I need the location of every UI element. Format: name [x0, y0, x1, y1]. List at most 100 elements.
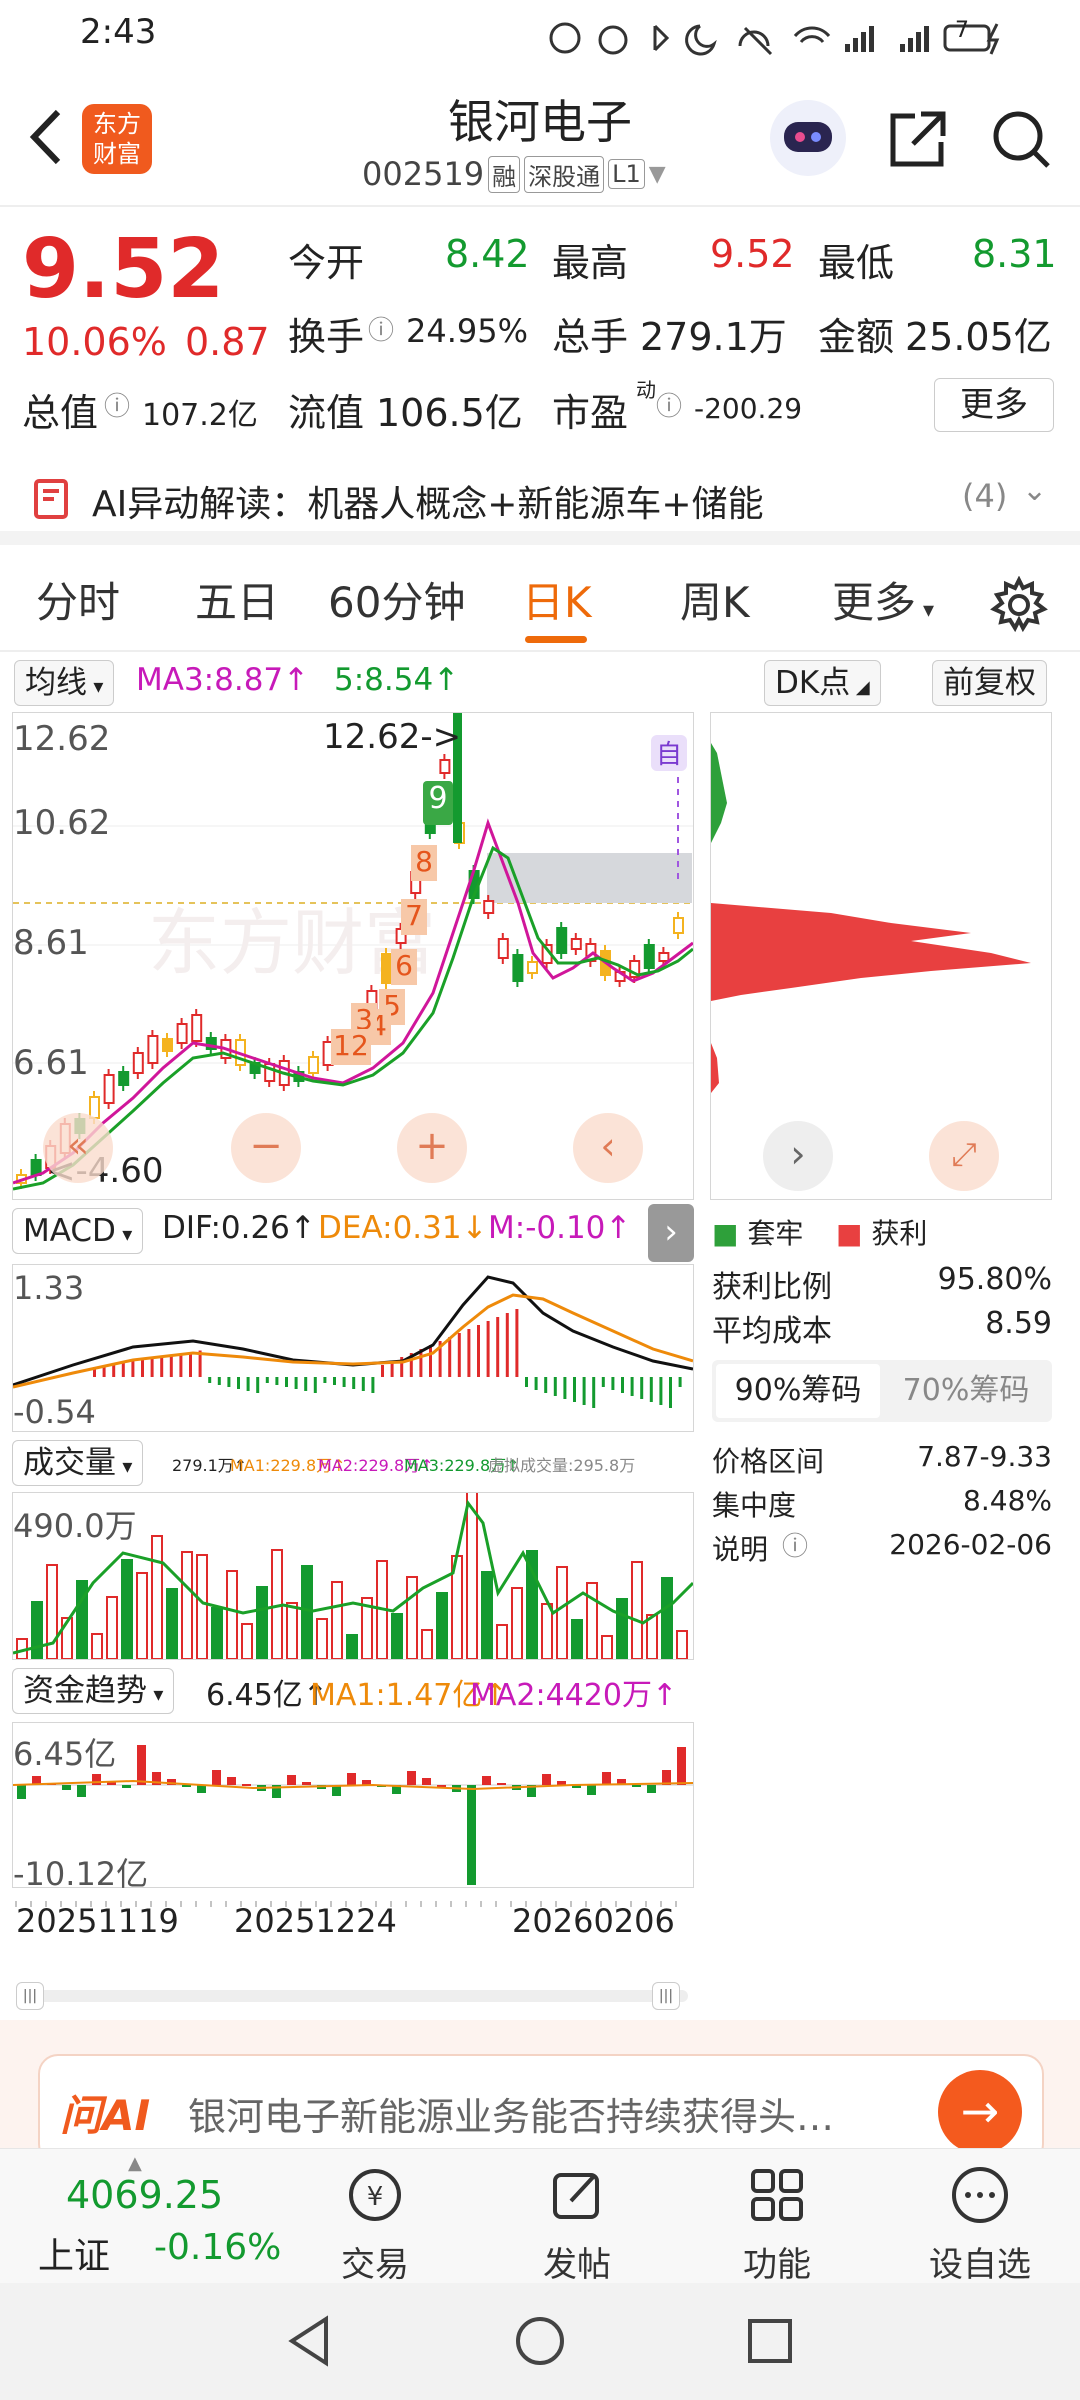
next-indicator-button[interactable]: › [648, 1204, 694, 1262]
volume-bar [286, 1602, 298, 1660]
candle-body [103, 1074, 115, 1104]
macd-bar [275, 1377, 279, 1385]
volume-bar [406, 1576, 418, 1660]
expand-icon[interactable]: ⤢ [929, 1121, 999, 1191]
y-label-4: 6.61 [13, 1043, 89, 1083]
info-icon[interactable]: ⓘ [656, 386, 682, 423]
scroll-left-button[interactable]: ‹ [573, 1113, 643, 1183]
more-button[interactable]: 更多 [934, 378, 1054, 432]
volume-bar [541, 1603, 553, 1660]
period-tabs: 分时 五日 60分钟 日K 周K 更多 ▾ [0, 560, 1080, 652]
ai-ask-section: 问AI 银河电子新能源业务能否持续获得头… → [0, 2020, 1080, 2164]
battery-level: 7 [955, 18, 969, 43]
system-home-button[interactable] [512, 2313, 568, 2369]
candle-body [643, 944, 655, 969]
turnover-label: 换手 [288, 315, 365, 359]
dk-point-button[interactable]: DK点 ◢ [764, 660, 881, 706]
macd-bar [160, 1356, 164, 1377]
candle-body [556, 927, 568, 954]
nav-post[interactable]: 发帖 [502, 2163, 652, 2286]
tab-intraday[interactable]: 分时 [36, 560, 120, 652]
chevron-down-icon[interactable]: ⌄ [1022, 473, 1047, 508]
tab-weekly-k[interactable]: 周K [680, 560, 750, 652]
avg-cost-label: 平均成本 [712, 1314, 832, 1349]
adjust-select[interactable]: 前复权 [932, 660, 1047, 706]
volume-bar [586, 1582, 598, 1660]
back-button[interactable] [20, 102, 70, 172]
nav-add-watchlist[interactable]: 设自选 [905, 2163, 1055, 2286]
status-time: 2:43 [80, 12, 157, 52]
macd-bar [429, 1345, 432, 1377]
scroll-left-fast-button[interactable]: « [43, 1113, 113, 1183]
indicator-select[interactable]: 均线 ▾ [14, 660, 115, 706]
macd-bar [246, 1377, 250, 1391]
info-icon[interactable]: ⓘ [368, 310, 394, 347]
stock-code-row: 002519 融 深股通 L1 ▼ [362, 154, 666, 194]
ai-report-icon [30, 477, 74, 521]
macd-bar [112, 1364, 116, 1377]
fund-bar [17, 1785, 26, 1799]
tab-60min[interactable]: 60分钟 [328, 560, 465, 652]
tab-90-chips[interactable]: 90%筹码 [716, 1364, 880, 1418]
volume-select[interactable]: 成交量 ▾ [12, 1440, 144, 1486]
ai-anomaly-text: AI异动解读：机器人概念+新能源车+储能 [92, 484, 764, 525]
nav-trade[interactable]: ¥ 交易 [300, 2163, 450, 2286]
mktcap-label: 总值 [22, 391, 99, 435]
zoom-in-button[interactable]: + [397, 1113, 467, 1183]
range-handle-right[interactable]: ||| [652, 1982, 680, 2010]
chevron-down-icon[interactable]: ▼ [649, 162, 666, 187]
ai-anomaly-count: (4) [962, 477, 1008, 515]
max-price-marker: 12.62-> [323, 717, 462, 757]
fund-select[interactable]: 资金趋势 ▾ [12, 1668, 175, 1714]
volume-bar [136, 1572, 148, 1660]
macd-select[interactable]: MACD ▾ [12, 1208, 144, 1254]
nav-functions[interactable]: 功能 [702, 2163, 852, 2286]
search-icon[interactable] [988, 106, 1054, 172]
candle-body [162, 1038, 173, 1052]
scroll-right-button[interactable]: › [763, 1121, 833, 1191]
stock-code: 002519 [362, 155, 485, 193]
tab-70-chips[interactable]: 70%筹码 [884, 1364, 1048, 1418]
tab-5day[interactable]: 五日 [195, 560, 279, 652]
tag-margin: 融 [488, 155, 521, 193]
macd-bar [678, 1377, 682, 1387]
dif-readout: DIF:0.26↑ [162, 1210, 316, 1246]
macd-bar [534, 1377, 538, 1390]
range-handle-left[interactable]: ||| [16, 1982, 44, 2010]
legend-profit: ■ 获利 [836, 1217, 928, 1250]
candle-body [570, 938, 582, 950]
m-readout: M:-0.10↑ [488, 1210, 632, 1246]
kline-chart[interactable]: 东方财富 自 12.62 10.62 8.61 6.61 12.62-> <-4… [12, 712, 694, 1200]
share-icon[interactable] [885, 106, 951, 172]
fund-bar [347, 1773, 356, 1785]
info-icon[interactable]: ⓘ [782, 1526, 808, 1563]
ai-robot-icon[interactable] [770, 100, 846, 176]
fund-bar [92, 1774, 101, 1785]
candle-body [191, 1014, 203, 1042]
range-scrollbar[interactable]: ||| ||| [16, 1982, 688, 2010]
tab-more[interactable]: 更多 ▾ [832, 560, 934, 652]
gear-icon[interactable] [990, 575, 1048, 634]
arrow-right-icon[interactable]: → [938, 2070, 1022, 2154]
volume-bar [331, 1581, 343, 1660]
volume-bar [556, 1566, 568, 1660]
macd-bar [179, 1353, 183, 1377]
volume-bar [166, 1588, 178, 1660]
system-recents-button[interactable] [742, 2313, 798, 2369]
macd-bar [544, 1377, 548, 1393]
macd-bar [486, 1321, 490, 1377]
chip-tabs: 90%筹码 70%筹码 [712, 1360, 1052, 1422]
pe-value: -200.29 [694, 392, 803, 425]
info-icon[interactable]: ⓘ [104, 386, 130, 423]
volume-bar [436, 1592, 448, 1660]
candle-body [658, 952, 670, 962]
index-ticker[interactable]: ▲ 4069.25 上证 -0.16% [0, 2149, 281, 2284]
ai-anomaly-bar[interactable]: AI异动解读：机器人概念+新能源车+储能 (4) ⌄ [0, 455, 1080, 545]
edit-icon [553, 2173, 599, 2219]
volume-bar [346, 1634, 358, 1660]
zoom-out-button[interactable]: − [231, 1113, 301, 1183]
macd-bar [352, 1377, 356, 1389]
system-back-button[interactable] [282, 2313, 338, 2369]
volume-bar [121, 1559, 133, 1660]
ma5-readout: 5:8.54↑ [334, 662, 460, 698]
